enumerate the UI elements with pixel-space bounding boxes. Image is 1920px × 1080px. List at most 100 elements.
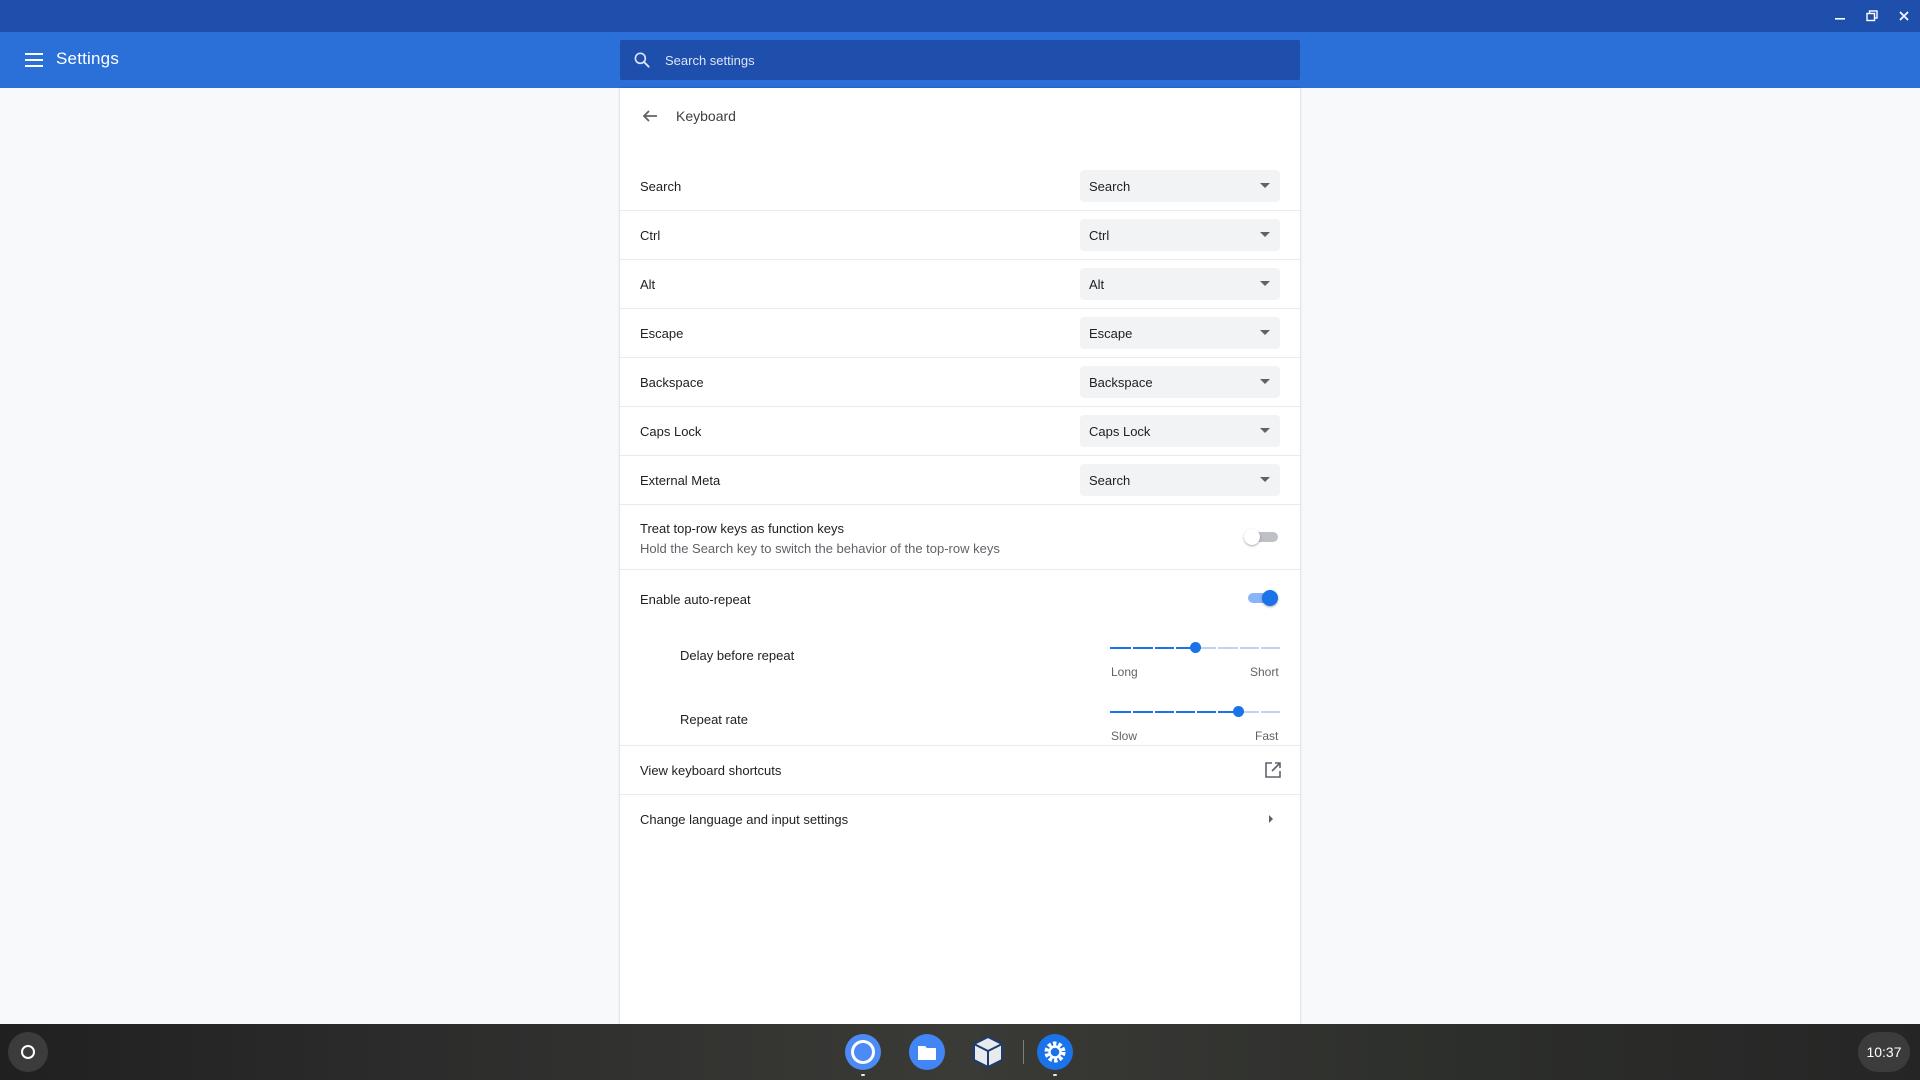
window-titlebar: [0, 0, 1920, 32]
remap-label: Ctrl: [640, 228, 661, 243]
chevron-right-icon: [1269, 815, 1273, 823]
virtualbox-icon: [973, 1035, 1003, 1069]
remap-label: External Meta: [640, 473, 721, 488]
remap-select-escape[interactable]: Escape: [1080, 317, 1280, 349]
delay-max-label: Short: [1250, 665, 1279, 679]
settings-header: Settings: [0, 32, 1920, 88]
language-input-row[interactable]: Change language and input settings: [620, 795, 1300, 844]
search-icon: [634, 52, 650, 68]
slider-tick: [1131, 711, 1133, 713]
launcher-icon: [21, 1045, 35, 1059]
remap-row-search: Search Search: [620, 162, 1300, 211]
settings-icon: [1037, 1034, 1073, 1070]
menu-icon: [25, 53, 43, 67]
slider-tick: [1174, 647, 1176, 649]
files-icon: [909, 1034, 945, 1070]
remap-label: Caps Lock: [640, 424, 702, 439]
launcher-button[interactable]: [8, 1032, 48, 1072]
chrome-app[interactable]: [843, 1032, 883, 1076]
repeat-rate-label: Repeat rate: [680, 712, 748, 727]
select-value: Alt: [1089, 277, 1105, 292]
close-button[interactable]: [1890, 4, 1918, 28]
slider-tick: [1153, 647, 1155, 649]
slider-tick: [1195, 711, 1197, 713]
minimize-button[interactable]: [1826, 4, 1854, 28]
remap-select-ctrl[interactable]: Ctrl: [1080, 219, 1280, 251]
search-box[interactable]: [620, 40, 1300, 80]
open-in-new-icon: [1265, 762, 1281, 778]
minimize-icon: [1835, 18, 1845, 20]
select-value: Backspace: [1089, 375, 1153, 390]
toggle-knob: [1262, 590, 1278, 606]
restore-button[interactable]: [1858, 4, 1886, 28]
remap-row-ctrl: Ctrl Ctrl: [620, 211, 1300, 260]
dropdown-arrow-icon: [1260, 281, 1270, 286]
slider-tick: [1259, 647, 1261, 649]
page-title: Keyboard: [676, 108, 736, 124]
chrome-icon: [845, 1034, 881, 1070]
rate-min-label: Slow: [1111, 729, 1138, 743]
dropdown-arrow-icon: [1260, 330, 1270, 335]
restore-icon: [1866, 10, 1878, 22]
slider-thumb[interactable]: [1233, 706, 1244, 717]
slider-thumb[interactable]: [1190, 642, 1201, 653]
slider-tick: [1259, 711, 1261, 713]
back-button[interactable]: [638, 104, 662, 128]
select-value: Search: [1089, 473, 1131, 488]
arrow-back-icon: [642, 110, 657, 122]
toggle-knob: [1244, 529, 1260, 545]
search-input[interactable]: [665, 40, 1285, 80]
running-indicator: [861, 1074, 865, 1076]
remap-row-backspace: Backspace Backspace: [620, 358, 1300, 407]
remap-row-external-meta: External Meta Search: [620, 456, 1300, 505]
main-menu-button[interactable]: [20, 46, 48, 74]
app-title: Settings: [56, 49, 120, 68]
function-keys-toggle[interactable]: [1244, 527, 1280, 547]
page-header: Keyboard: [620, 88, 1300, 144]
dropdown-arrow-icon: [1260, 183, 1270, 188]
files-app[interactable]: [907, 1032, 947, 1072]
remap-row-alt: Alt Alt: [620, 260, 1300, 309]
dropdown-arrow-icon: [1260, 428, 1270, 433]
slider-tick: [1238, 647, 1240, 649]
select-value: Escape: [1089, 326, 1133, 341]
keyboard-shortcuts-row[interactable]: View keyboard shortcuts: [620, 746, 1300, 795]
remap-label: Alt: [640, 277, 656, 292]
auto-repeat-section: Enable auto-repeat Delay before repeat L…: [620, 570, 1300, 746]
settings-app[interactable]: [1035, 1032, 1075, 1076]
repeat-rate-slider[interactable]: [1110, 702, 1280, 722]
delay-slider[interactable]: [1110, 638, 1280, 658]
close-icon: [1899, 11, 1909, 21]
keyboard-shortcuts-label: View keyboard shortcuts: [640, 763, 782, 778]
delay-min-label: Long: [1111, 665, 1138, 679]
function-keys-label: Treat top-row keys as function keys: [640, 521, 844, 536]
dropdown-arrow-icon: [1260, 379, 1270, 384]
dropdown-arrow-icon: [1260, 232, 1270, 237]
shelf: 10:37: [0, 1024, 1920, 1080]
slider-tick: [1216, 647, 1218, 649]
slider-tick: [1153, 711, 1155, 713]
slider-tick: [1174, 711, 1176, 713]
system-tray-clock[interactable]: 10:37: [1858, 1032, 1910, 1072]
function-keys-sublabel: Hold the Search key to switch the behavi…: [640, 541, 1000, 556]
select-value: Caps Lock: [1089, 424, 1151, 439]
remap-label: Backspace: [640, 375, 704, 390]
language-input-label: Change language and input settings: [640, 812, 849, 827]
shelf-separator: [1023, 1040, 1024, 1064]
keyboard-settings-card: Keyboard Search Search Ctrl Ctrl Alt Alt…: [620, 88, 1300, 1024]
virtualbox-app[interactable]: [968, 1032, 1008, 1072]
remap-select-backspace[interactable]: Backspace: [1080, 366, 1280, 398]
remap-select-search[interactable]: Search: [1080, 170, 1280, 202]
remap-select-external-meta[interactable]: Search: [1080, 464, 1280, 496]
remap-select-caps-lock[interactable]: Caps Lock: [1080, 415, 1280, 447]
function-keys-row: Treat top-row keys as function keys Hold…: [620, 505, 1300, 570]
dropdown-arrow-icon: [1260, 477, 1270, 482]
delay-label: Delay before repeat: [680, 648, 795, 663]
remap-label: Search: [640, 179, 682, 194]
select-value: Search: [1089, 179, 1131, 194]
auto-repeat-toggle[interactable]: [1244, 588, 1280, 608]
slider-tick: [1216, 711, 1218, 713]
rate-max-label: Fast: [1255, 729, 1279, 743]
select-value: Ctrl: [1089, 228, 1110, 243]
remap-select-alt[interactable]: Alt: [1080, 268, 1280, 300]
